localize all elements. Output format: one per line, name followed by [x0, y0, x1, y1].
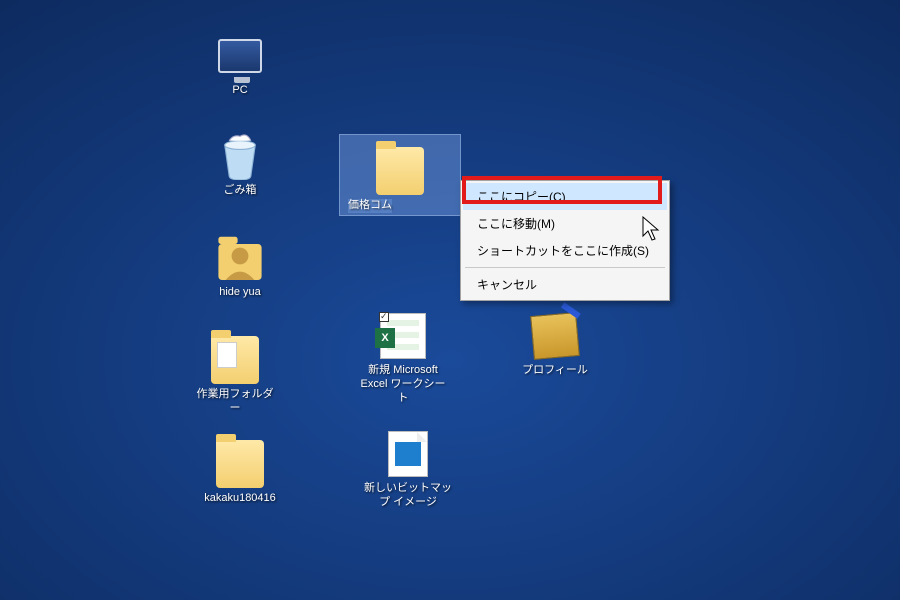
desktop-icon-user-folder[interactable]: hide yua: [195, 232, 285, 302]
desktop-icon-label: kakaku180416: [204, 492, 276, 506]
desktop-icon-label: ごみ箱: [224, 184, 257, 198]
desktop-icon-profile[interactable]: プロフィール: [510, 310, 600, 380]
folder-icon: [216, 440, 264, 488]
excel-file-icon: X: [379, 312, 427, 360]
desktop-icon-pc[interactable]: PC: [195, 30, 285, 100]
context-menu-item-cancel[interactable]: キャンセル: [463, 271, 667, 298]
context-menu-item-copy-here[interactable]: ここにコピー(C): [463, 183, 667, 210]
desktop-icon-work-folder[interactable]: 作業用フォルダー: [190, 334, 280, 418]
desktop-icon-label: 新規 Microsoft Excel ワークシート: [358, 364, 448, 405]
mouse-cursor-icon: [642, 216, 662, 244]
context-menu-item-create-shortcut-here[interactable]: ショートカットをここに作成(S): [463, 237, 667, 264]
profile-icon: [531, 312, 579, 360]
desktop-icon-label: プロフィール: [522, 364, 588, 378]
user-folder-icon: [216, 234, 264, 282]
drag-drop-context-menu: ここにコピー(C) ここに移動(M) ショートカットをここに作成(S) キャンセ…: [460, 180, 670, 301]
desktop-icon-label: 作業用フォルダー: [192, 388, 278, 416]
context-menu-item-move-here[interactable]: ここに移動(M): [463, 210, 667, 237]
folder-icon: [211, 336, 259, 384]
desktop-icon-label: hide yua: [219, 286, 261, 300]
desktop-icon-label: PC: [232, 84, 247, 98]
desktop-icon-kakaku-folder[interactable]: kakaku180416: [195, 438, 285, 508]
desktop[interactable]: PC ごみ箱 hide yua 作業用フォルダー kakaku180416 価格…: [0, 0, 900, 600]
desktop-icon-excel-file[interactable]: X 新規 Microsoft Excel ワークシート: [348, 310, 458, 407]
recycle-bin-icon: [216, 132, 264, 180]
bitmap-file-icon: [384, 430, 432, 478]
desktop-icon-label: 価格コム: [348, 199, 392, 213]
desktop-icon-recycle-bin[interactable]: ごみ箱: [195, 130, 285, 200]
pc-icon: [216, 32, 264, 80]
folder-icon: [376, 147, 424, 195]
desktop-icon-drop-target-folder[interactable]: 価格コム: [340, 135, 460, 215]
desktop-icon-bitmap-file[interactable]: 新しいビットマップ イメージ: [348, 428, 468, 512]
desktop-icon-label: 新しいビットマップ イメージ: [363, 482, 453, 510]
context-menu-separator: [465, 267, 665, 268]
excel-badge: X: [375, 328, 395, 348]
